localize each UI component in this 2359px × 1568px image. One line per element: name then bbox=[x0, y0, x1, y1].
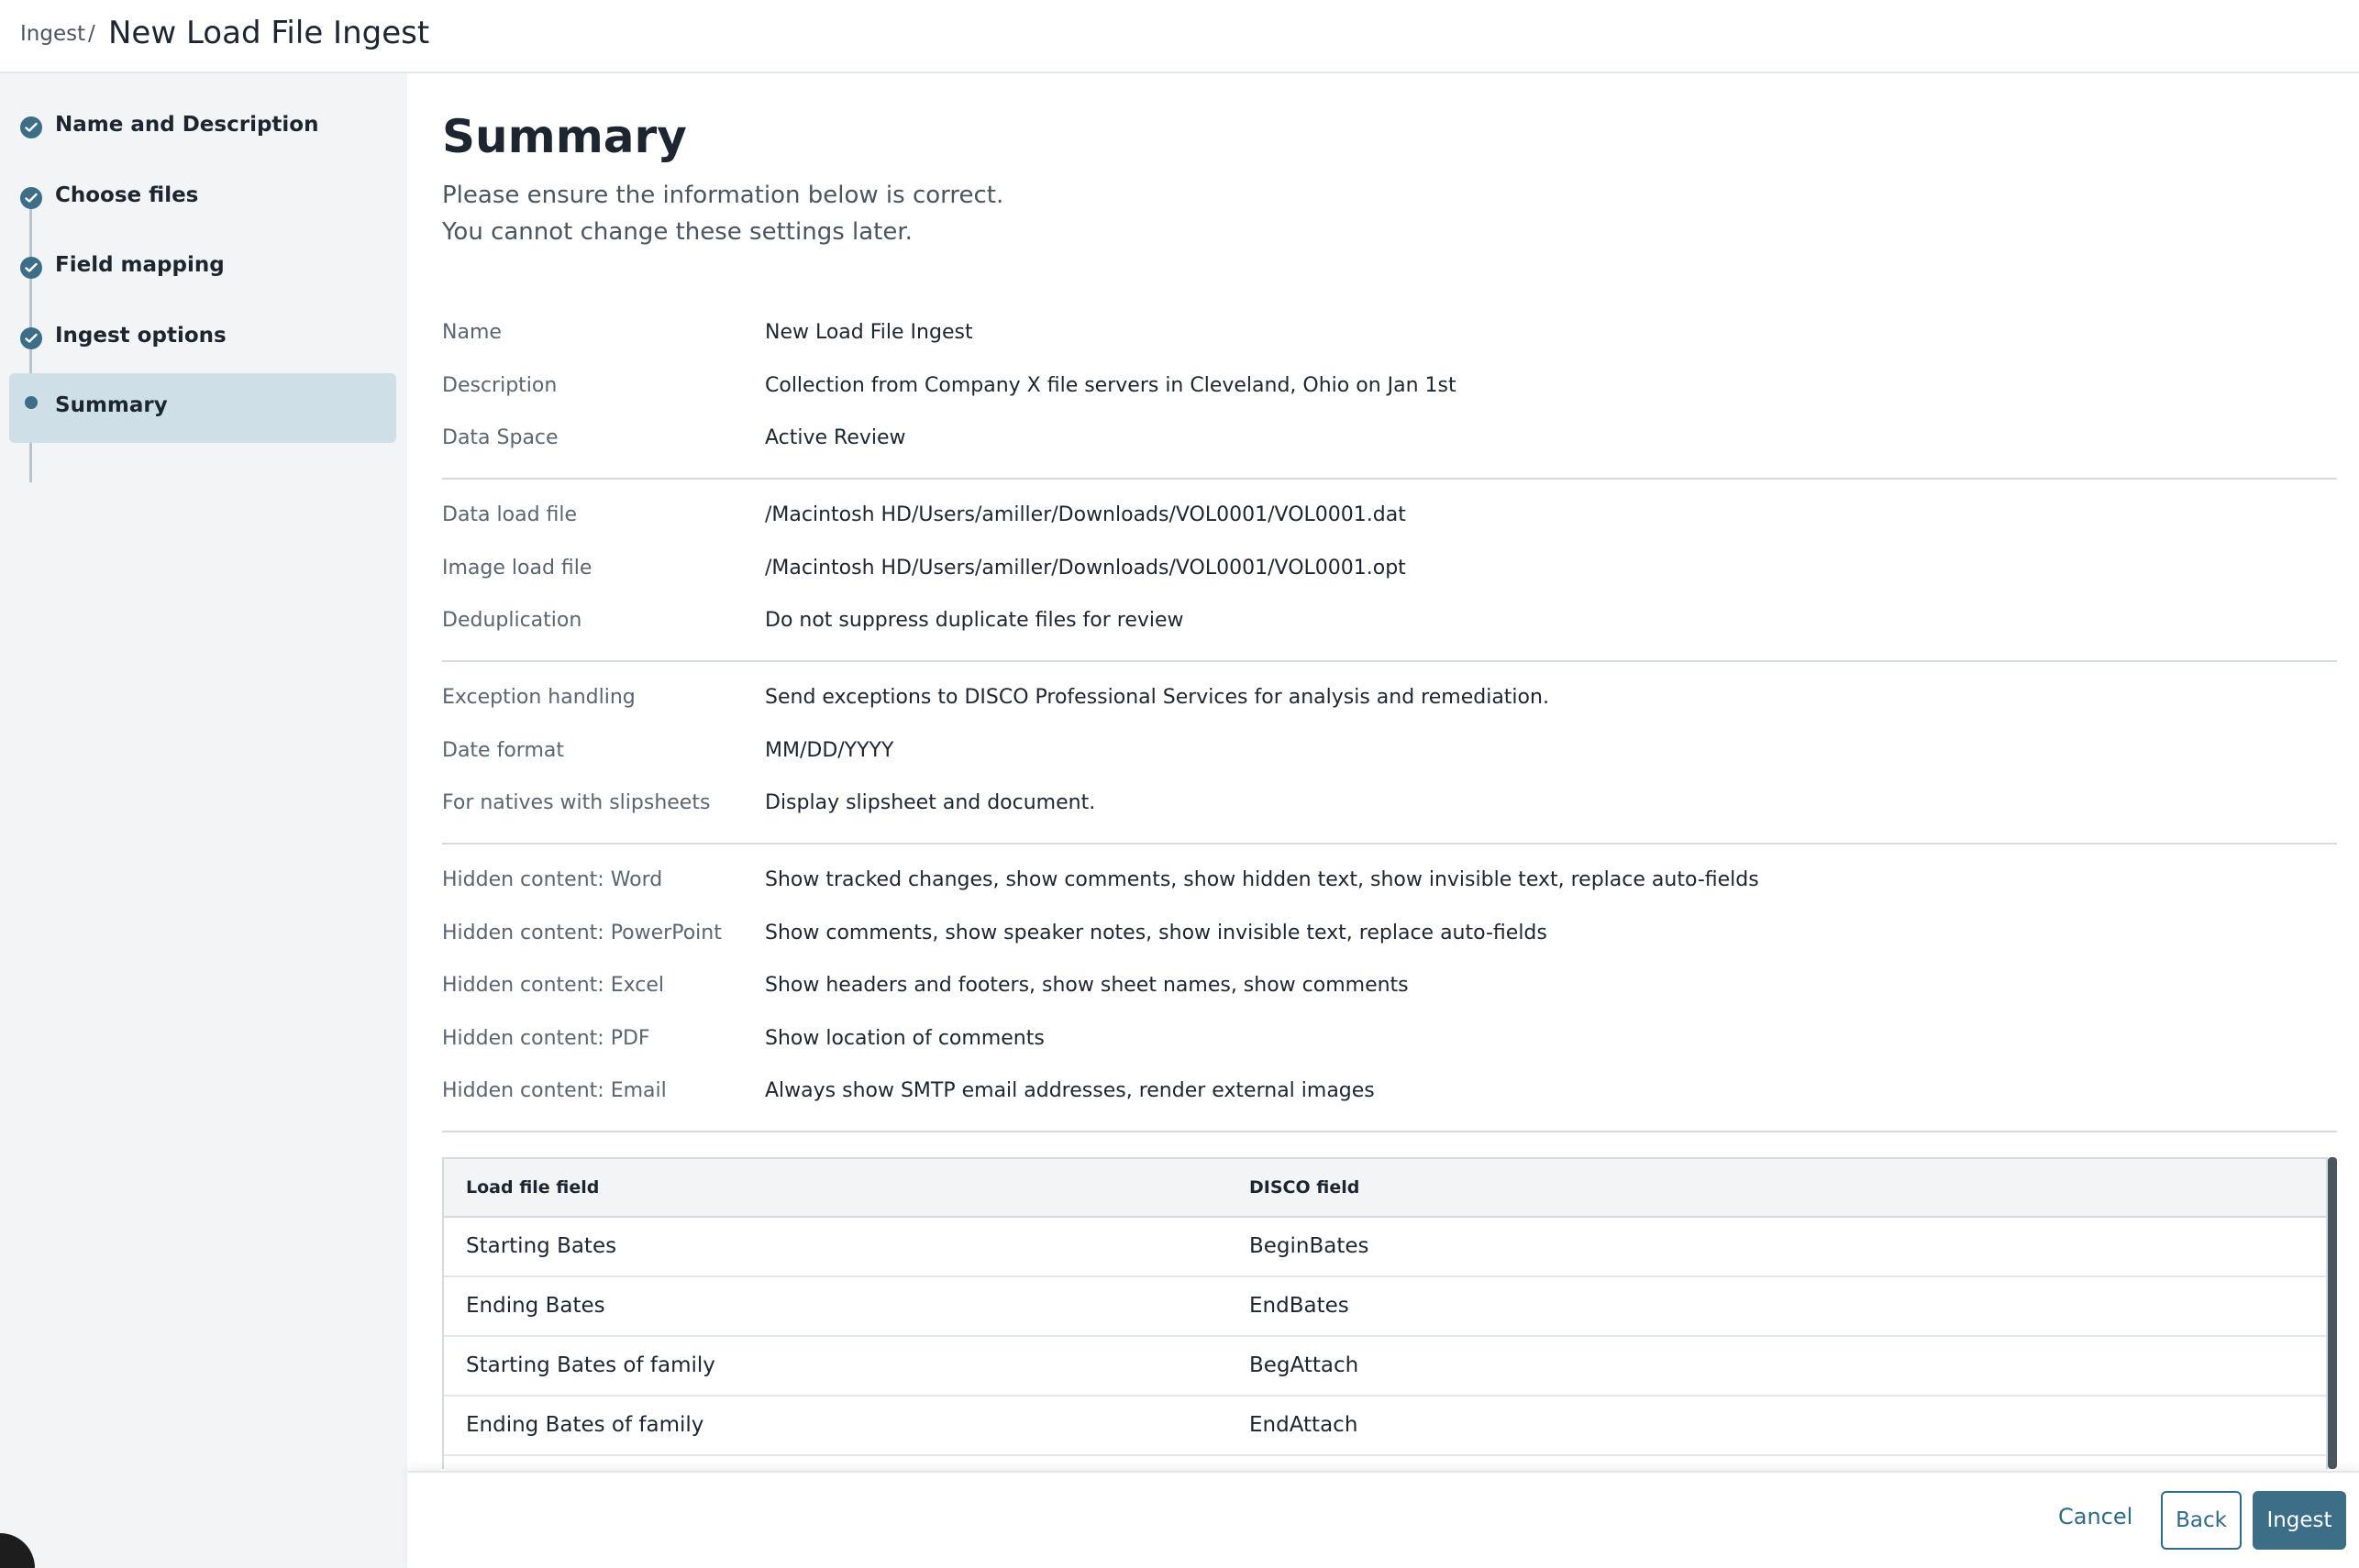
summary-subtitle: Please ensure the information below is c… bbox=[442, 182, 1004, 209]
summary-title: Summary bbox=[442, 110, 687, 163]
row-value-description: Collection from Company X file servers i… bbox=[765, 374, 1456, 397]
table-row: Ending Bates EndBates bbox=[444, 1277, 2326, 1337]
row-label-hidden-pdf: Hidden content: PDF bbox=[442, 1027, 650, 1050]
step-name-and-description[interactable]: Name and Description bbox=[9, 93, 396, 162]
row-value-data-space: Active Review bbox=[765, 426, 906, 449]
table-row: Ending Bates of family EndAttach bbox=[444, 1397, 2326, 1456]
section-divider bbox=[442, 843, 2337, 845]
field-mapping-table: Load file field DISCO field Starting Bat… bbox=[442, 1157, 2328, 1469]
table-row: Starting Bates BeginBates bbox=[444, 1218, 2326, 1277]
row-value-hidden-powerpoint: Show comments, show speaker notes, show … bbox=[765, 922, 1547, 944]
check-icon bbox=[20, 257, 42, 279]
row-value-hidden-email: Always show SMTP email addresses, render… bbox=[765, 1079, 1375, 1102]
row-value-hidden-word: Show tracked changes, show comments, sho… bbox=[765, 868, 1759, 891]
step-ingest-options[interactable]: Ingest options bbox=[9, 304, 396, 373]
section-divider bbox=[442, 478, 2337, 480]
row-value-hidden-pdf: Show location of comments bbox=[765, 1027, 1045, 1050]
cell-load-file-field: Ending Bates bbox=[466, 1294, 605, 1318]
summary-panel: Summary Please ensure the information be… bbox=[407, 73, 2359, 1568]
page-title: New Load File Ingest bbox=[108, 15, 430, 51]
step-choose-files[interactable]: Choose files bbox=[9, 163, 396, 233]
row-label-hidden-word: Hidden content: Word bbox=[442, 868, 663, 891]
cell-disco-field: EndAttach bbox=[1249, 1413, 1358, 1437]
row-value-data-load-file: /Macintosh HD/Users/amiller/Downloads/VO… bbox=[765, 503, 1406, 526]
step-field-mapping[interactable]: Field mapping bbox=[9, 233, 396, 303]
step-summary[interactable]: Summary bbox=[9, 373, 396, 443]
step-label: Summary bbox=[55, 393, 168, 417]
breadcrumb-separator: / bbox=[88, 22, 95, 46]
row-label-data-load-file: Data load file bbox=[442, 503, 578, 526]
table-header: Load file field DISCO field bbox=[444, 1159, 2326, 1218]
ingest-button[interactable]: Ingest bbox=[2253, 1491, 2346, 1550]
table-row: Starting Bates of family BegAttach bbox=[444, 1337, 2326, 1397]
step-label: Field mapping bbox=[55, 253, 225, 277]
wizard-footer: Cancel Back Ingest bbox=[407, 1471, 2359, 1568]
cell-disco-field: BeginBates bbox=[1249, 1234, 1369, 1258]
section-divider bbox=[442, 660, 2337, 662]
row-label-image-load-file: Image load file bbox=[442, 557, 593, 580]
row-value-name: New Load File Ingest bbox=[765, 321, 973, 344]
row-label-date-format: Date format bbox=[442, 739, 564, 762]
cell-disco-field: EndBates bbox=[1249, 1294, 1349, 1318]
table-scrollbar[interactable] bbox=[2328, 1157, 2337, 1469]
row-label-description: Description bbox=[442, 374, 558, 397]
app-header: Ingest / New Load File Ingest bbox=[0, 0, 2359, 73]
cell-disco-field: BegAttach bbox=[1249, 1353, 1359, 1377]
wizard-sidebar: Name and Description Choose files Field … bbox=[0, 73, 407, 1568]
row-value-image-load-file: /Macintosh HD/Users/amiller/Downloads/VO… bbox=[765, 557, 1406, 580]
row-value-slipsheets: Display slipsheet and document. bbox=[765, 791, 1096, 814]
row-value-deduplication: Do not suppress duplicate files for revi… bbox=[765, 609, 1184, 632]
row-label-slipsheets: For natives with slipsheets bbox=[442, 791, 711, 814]
row-value-hidden-excel: Show headers and footers, show sheet nam… bbox=[765, 974, 1409, 997]
row-value-date-format: MM/DD/YYYY bbox=[765, 739, 894, 762]
row-label-hidden-email: Hidden content: Email bbox=[442, 1079, 667, 1102]
row-label-deduplication: Deduplication bbox=[442, 609, 582, 632]
breadcrumb-ingest[interactable]: Ingest bbox=[20, 22, 85, 46]
row-label-hidden-powerpoint: Hidden content: PowerPoint bbox=[442, 922, 722, 944]
row-label-hidden-excel: Hidden content: Excel bbox=[442, 974, 664, 997]
step-label: Name and Description bbox=[55, 113, 319, 137]
row-label-name: Name bbox=[442, 321, 502, 344]
step-label: Choose files bbox=[55, 183, 199, 207]
back-button[interactable]: Back bbox=[2161, 1491, 2242, 1550]
summary-subtitle: You cannot change these settings later. bbox=[442, 218, 913, 246]
row-label-exception-handling: Exception handling bbox=[442, 686, 636, 709]
column-header-disco-field: DISCO field bbox=[1249, 1177, 1360, 1198]
check-icon bbox=[20, 116, 42, 138]
row-label-data-space: Data Space bbox=[442, 426, 559, 449]
cell-load-file-field: Starting Bates bbox=[466, 1234, 617, 1258]
column-header-load-file-field: Load file field bbox=[466, 1177, 600, 1198]
current-step-dot-icon bbox=[25, 396, 38, 409]
row-value-exception-handling: Send exceptions to DISCO Professional Se… bbox=[765, 686, 1549, 709]
step-label: Ingest options bbox=[55, 324, 227, 348]
cell-load-file-field: Ending Bates of family bbox=[466, 1413, 704, 1437]
cancel-button[interactable]: Cancel bbox=[2058, 1504, 2132, 1529]
check-icon bbox=[20, 327, 42, 349]
cell-load-file-field: Starting Bates of family bbox=[466, 1353, 715, 1377]
check-icon bbox=[20, 187, 42, 209]
section-divider bbox=[442, 1131, 2337, 1132]
